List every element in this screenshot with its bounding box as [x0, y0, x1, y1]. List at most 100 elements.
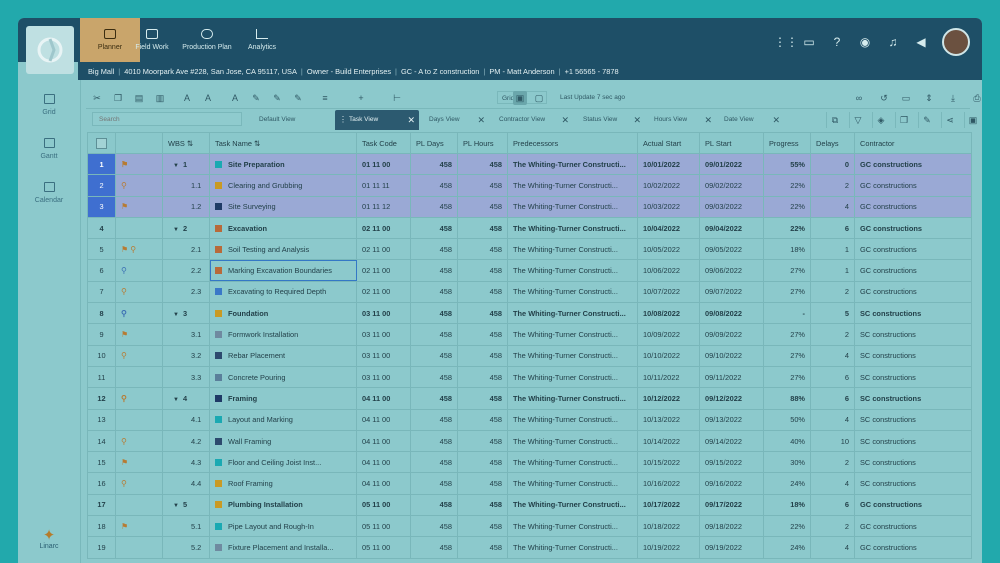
table-row[interactable]: 13 4.1 Layout and Marking 04 11 00 458 458 The… [87, 408, 972, 431]
contractor-cell[interactable]: GC constructions [854, 195, 972, 218]
task-name-cell[interactable]: Fixture Placement and Installa... [209, 536, 357, 559]
delete-icon[interactable]: ▥ [153, 91, 167, 105]
progress-cell[interactable]: 22% [763, 174, 811, 197]
predecessors-cell[interactable]: The Whiting-Turner Constructi... [507, 280, 638, 304]
delays-cell[interactable]: 6 [810, 365, 855, 389]
actual-start-cell[interactable]: 10/09/2022 [637, 323, 700, 346]
flag-icon[interactable]: ⚑ [121, 330, 128, 339]
predecessors-cell[interactable]: The Whiting-Turner Constructi... [507, 365, 638, 389]
task-code-cell[interactable]: 04 11 00 [356, 429, 411, 453]
actual-start-cell[interactable]: 10/13/2022 [637, 408, 700, 431]
delays-cell[interactable]: 10 [810, 429, 855, 453]
actual-start-cell[interactable]: 10/10/2022 [637, 344, 700, 367]
row-number[interactable]: 16 [87, 472, 116, 495]
history-icon[interactable]: ↺ [877, 91, 891, 105]
sidebar-item-calendar[interactable]: Calendar [18, 182, 80, 212]
flag-icon[interactable]: ⚑ [121, 522, 128, 531]
delays-cell[interactable]: 6 [810, 493, 855, 517]
task-name-cell[interactable]: Concrete Pouring [209, 365, 357, 389]
pl-start-cell[interactable]: 09/12/2022 [699, 387, 764, 410]
pl-hours-cell[interactable]: 458 [457, 387, 508, 410]
contractor-cell[interactable]: SC constructions [854, 302, 972, 325]
pl-hours-cell[interactable]: 458 [457, 493, 508, 517]
sort-icon[interactable]: ⇅ [187, 139, 193, 148]
progress-cell[interactable]: 27% [763, 365, 811, 389]
actual-start-cell[interactable]: 10/18/2022 [637, 515, 700, 538]
task-name-cell[interactable]: Wall Framing [209, 429, 357, 453]
pl-days-cell[interactable]: 458 [410, 536, 458, 559]
task-code-cell[interactable]: 03 11 00 [356, 323, 411, 346]
font-decrease-icon[interactable]: A [201, 91, 215, 105]
contractor-cell[interactable]: GC constructions [854, 493, 972, 517]
predecessors-cell[interactable]: The Whiting-Turner Constructi... [507, 195, 638, 218]
tab-hours-view[interactable]: Hours View ✕ [654, 110, 716, 130]
wbs-cell[interactable]: 4.4 [162, 472, 210, 495]
pl-start-cell[interactable]: 09/05/2022 [699, 238, 764, 261]
search-input[interactable] [92, 112, 242, 126]
table-row[interactable]: 4 ▼ 2 Excavation 02 11 00 458 458 The Whiting-T… [87, 216, 972, 240]
predecessors-cell[interactable]: The Whiting-Turner Constructi... [507, 493, 638, 517]
close-icon[interactable]: ✕ [633, 110, 641, 130]
predecessors-cell[interactable]: The Whiting-Turner Constructi... [507, 536, 638, 559]
task-code-cell[interactable]: 02 11 00 [356, 216, 411, 240]
task-code-cell[interactable]: 01 11 11 [356, 174, 411, 197]
row-number[interactable]: 4 [87, 216, 116, 240]
avatar[interactable] [942, 28, 970, 56]
row-number[interactable]: 12 [87, 387, 116, 410]
task-code-cell[interactable]: 05 11 00 [356, 493, 411, 517]
pl-start-cell[interactable]: 09/03/2022 [699, 195, 764, 218]
company-logo[interactable] [26, 26, 74, 74]
progress-cell[interactable]: 18% [763, 238, 811, 261]
pl-days-cell[interactable]: 458 [410, 344, 458, 367]
task-name-cell[interactable]: Clearing and Grubbing [209, 174, 357, 197]
actual-start-cell[interactable]: 10/05/2022 [637, 238, 700, 261]
pl-hours-cell[interactable]: 458 [457, 259, 508, 282]
contractor-cell[interactable]: GC constructions [854, 259, 972, 282]
close-icon[interactable]: ✕ [407, 110, 415, 130]
progress-cell[interactable]: 22% [763, 195, 811, 218]
flag-icon[interactable]: ⚑ [121, 458, 128, 467]
wbs-cell[interactable]: ▼ 2 [162, 216, 210, 240]
task-name-cell[interactable]: Floor and Ceiling Joist Inst... [209, 451, 357, 474]
contractor-cell[interactable]: GC constructions [854, 152, 972, 176]
table-row[interactable]: 9 ⚑ 3.1 Formwork Installation 03 11 00 458 45… [87, 323, 972, 346]
table-row[interactable]: 19 5.2 Fixture Placement and Installa... 05… [87, 536, 972, 559]
row-number[interactable]: 15 [87, 451, 116, 474]
pin-icon[interactable]: ⚲ [121, 479, 127, 488]
close-icon[interactable]: ✕ [477, 110, 485, 130]
pl-hours-cell[interactable]: 458 [457, 344, 508, 367]
contractor-cell[interactable]: GC constructions [854, 280, 972, 304]
collapse-caret-icon[interactable]: ▼ [173, 397, 183, 403]
actual-start-cell[interactable]: 10/08/2022 [637, 302, 700, 325]
delays-cell[interactable]: 2 [810, 323, 855, 346]
tab-status-view[interactable]: Status View ✕ [583, 110, 645, 130]
pl-start-cell[interactable]: 09/13/2022 [699, 408, 764, 431]
color-swatch[interactable] [215, 224, 222, 232]
row-number[interactable]: 18 [87, 515, 116, 538]
task-name-cell[interactable]: Site Preparation [209, 152, 357, 176]
pl-hours-cell[interactable]: 458 [457, 280, 508, 304]
wbs-cell[interactable]: ▼ 5 [162, 493, 210, 517]
pl-hours-cell[interactable]: 458 [457, 174, 508, 197]
pl-hours-cell[interactable]: 458 [457, 408, 508, 431]
predecessors-cell[interactable]: The Whiting-Turner Constructi... [507, 472, 638, 495]
delays-cell[interactable]: 4 [810, 344, 855, 367]
contractor-cell[interactable]: SC constructions [854, 429, 972, 453]
nav-field-work[interactable]: Field Work [122, 18, 182, 62]
contractor-cell[interactable]: SC constructions [854, 451, 972, 474]
task-code-cell[interactable]: 03 11 00 [356, 302, 411, 325]
collapse-caret-icon[interactable]: ▼ [173, 312, 183, 318]
contractor-cell[interactable]: GC constructions [854, 174, 972, 197]
task-name-cell[interactable]: Site Surveying [209, 195, 357, 218]
wbs-cell[interactable]: 3.2 [162, 344, 210, 367]
pin-icon[interactable]: ⚲ [121, 287, 127, 296]
wbs-cell[interactable]: ▼ 4 [162, 387, 210, 410]
color-swatch[interactable] [215, 501, 222, 509]
image-icon[interactable]: ▣ [513, 91, 527, 105]
flag-icon[interactable]: ⚑ [121, 160, 128, 169]
nav-analytics[interactable]: Analytics [232, 18, 292, 62]
contractor-cell[interactable]: GC constructions [854, 216, 972, 240]
chat-icon[interactable]: ▭ [802, 35, 816, 49]
wbs-cell[interactable]: 4.1 [162, 408, 210, 431]
pl-days-cell[interactable]: 458 [410, 238, 458, 261]
